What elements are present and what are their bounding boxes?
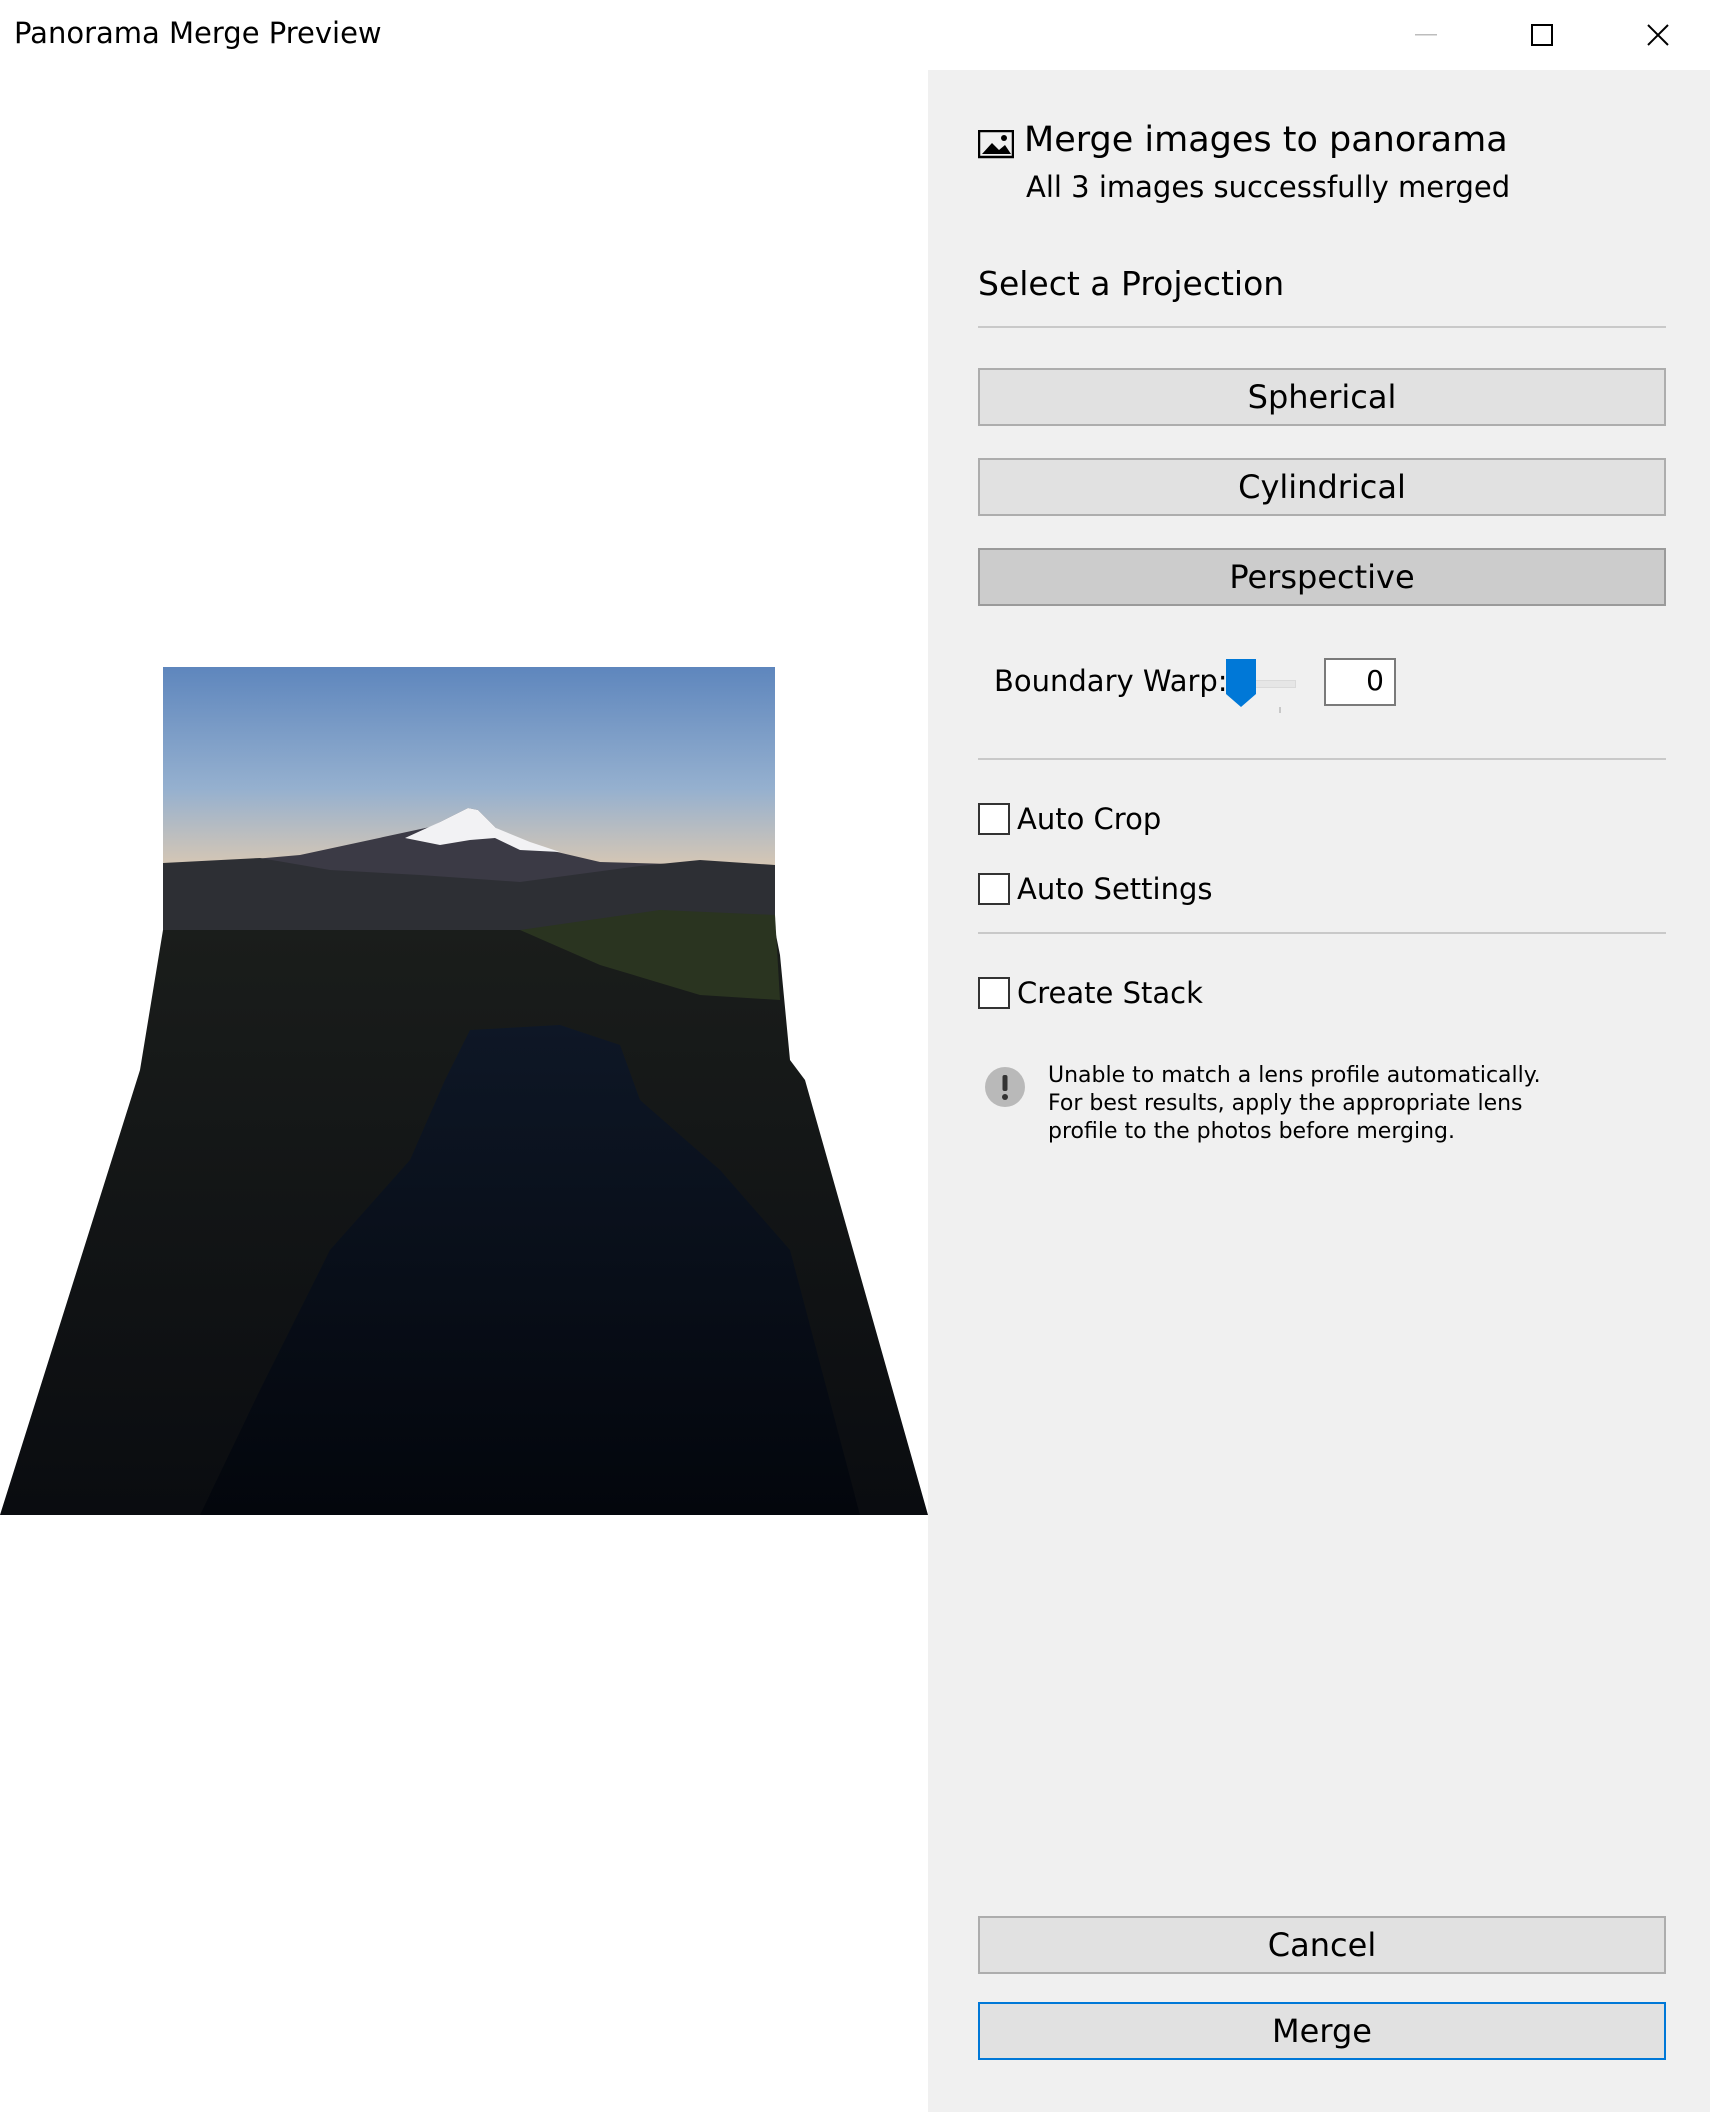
window-title: Panorama Merge Preview [14, 16, 382, 50]
lens-profile-warning: Unable to match a lens profile automatic… [1048, 1063, 1541, 1144]
panel-title: Merge images to panorama [1024, 120, 1508, 160]
spherical-button[interactable]: Spherical [978, 368, 1666, 426]
maximize-icon [1531, 24, 1553, 46]
panorama-preview-image [0, 667, 928, 1515]
slider-thumb-handle[interactable] [1225, 658, 1257, 708]
close-icon [1647, 24, 1669, 46]
close-button[interactable] [1600, 0, 1710, 70]
divider [978, 326, 1666, 328]
auto-settings-option[interactable]: Auto Settings [978, 872, 1213, 906]
boundary-warp-label: Boundary Warp: [994, 664, 1228, 698]
divider [978, 932, 1666, 934]
auto-settings-label: Auto Settings [1017, 872, 1213, 906]
create-stack-checkbox[interactable] [978, 977, 1010, 1009]
minimize-button[interactable] [1368, 0, 1484, 70]
minimize-icon [1415, 34, 1437, 36]
auto-crop-option[interactable]: Auto Crop [978, 802, 1161, 836]
exclamation-icon [985, 1067, 1025, 1107]
settings-panel: Merge images to panorama All 3 images su… [928, 70, 1710, 2112]
panorama-preview-area [0, 70, 928, 2112]
create-stack-label: Create Stack [1017, 976, 1203, 1010]
create-stack-option[interactable]: Create Stack [978, 976, 1203, 1010]
cylindrical-button[interactable]: Cylindrical [978, 458, 1666, 516]
title-bar: Panorama Merge Preview [0, 0, 1710, 70]
merge-button[interactable]: Merge [978, 2002, 1666, 2060]
divider [978, 758, 1666, 760]
slider-tick [1279, 707, 1281, 713]
panorama-image-icon [978, 130, 1014, 159]
merge-status: All 3 images successfully merged [1026, 170, 1511, 204]
projection-heading: Select a Projection [978, 264, 1285, 303]
perspective-button[interactable]: Perspective [978, 548, 1666, 606]
maximize-button[interactable] [1484, 0, 1600, 70]
cancel-button[interactable]: Cancel [978, 1916, 1666, 1974]
boundary-warp-input[interactable]: 0 [1324, 658, 1396, 706]
auto-crop-label: Auto Crop [1017, 802, 1162, 836]
auto-crop-checkbox[interactable] [978, 803, 1010, 835]
auto-settings-checkbox[interactable] [978, 873, 1010, 905]
